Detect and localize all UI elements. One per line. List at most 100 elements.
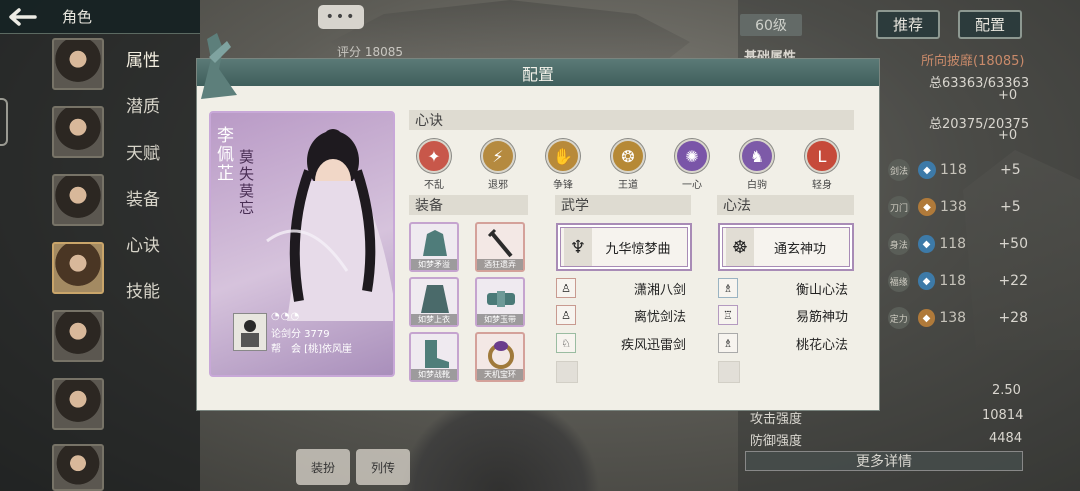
meditation-icon: ♖ xyxy=(718,305,738,325)
chat-bubble[interactable]: ••• xyxy=(318,5,364,29)
wuxue-skill-row[interactable]: ♙ 离忧剑法 xyxy=(556,304,692,326)
xinjue-item[interactable]: ❂ 王道 xyxy=(608,139,648,191)
stat-value: 118 xyxy=(939,236,967,252)
xinjue-label: 争锋 xyxy=(553,180,573,191)
more-details-button[interactable]: 更多详情 xyxy=(745,451,1023,471)
tab-potential[interactable]: 潜质 xyxy=(126,92,160,117)
attack-label: 攻击强度 xyxy=(750,412,803,427)
portrait-2[interactable] xyxy=(52,106,104,158)
xinjue-yixin-icon: ✺ xyxy=(675,139,709,173)
tab-equipment[interactable]: 装备 xyxy=(126,185,160,210)
outfit-button[interactable]: 装扮 xyxy=(296,449,350,485)
back-button[interactable] xyxy=(0,0,44,34)
stat-label: 刀门 xyxy=(888,196,910,218)
xinjue-header: 心诀 xyxy=(409,110,854,130)
wuxue-skill-name: 疾风迅雷剑 xyxy=(620,337,686,353)
character-title: 莫失莫忘 xyxy=(239,148,255,217)
xinjue-label: 不乱 xyxy=(424,180,444,191)
portrait-5[interactable] xyxy=(52,310,104,362)
level-badge: 60级 xyxy=(740,14,802,36)
character-card[interactable]: 李佩芷 莫失莫忘 ◔◔◔ 论剑分 3779 帮 会 [桃]依风崖 xyxy=(209,111,395,377)
invincible-label: 所向披靡(18085) xyxy=(921,54,1025,69)
portrait-7[interactable] xyxy=(52,444,104,491)
stat-label: 定力 xyxy=(888,307,910,329)
equipment-slot[interactable]: 如梦玉带 xyxy=(475,277,525,327)
xinjue-item[interactable]: ⚡ 退邪 xyxy=(478,139,518,191)
equipment-slot[interactable]: 如梦矛溢 xyxy=(409,222,459,272)
empty-skill-slot[interactable] xyxy=(718,361,740,383)
equipment-slot[interactable]: 酒狂遗弄 xyxy=(475,222,525,272)
equipment-slot[interactable]: 天机宝环 xyxy=(475,332,525,382)
mp-plus: +0 xyxy=(998,128,1018,143)
xinjue-item[interactable]: ✺ 一心 xyxy=(672,139,712,191)
xinfa-main-name: 通玄神功 xyxy=(773,241,826,257)
stat-row: 福缘 ◆ 118 +22 xyxy=(888,269,1028,293)
stat-value: 118 xyxy=(940,162,967,178)
wuxue-main-skill[interactable]: ♆ 九华惊梦曲 xyxy=(556,223,692,271)
stat-icon: ◆ xyxy=(917,272,936,290)
xinjue-item[interactable]: L 轻身 xyxy=(802,139,842,191)
wuxue-skill-row[interactable]: ♘ 疾风迅雷剑 xyxy=(556,332,692,354)
portrait-1[interactable] xyxy=(52,38,104,90)
defense-label: 防御强度 xyxy=(750,434,803,449)
stat-delta: +5 xyxy=(1000,199,1021,215)
stat-icon: ◆ xyxy=(918,198,936,216)
martial-pose-icon: ♙ xyxy=(556,278,576,298)
tab-attributes[interactable]: 属性 xyxy=(126,46,160,71)
xinjue-tuixie-icon: ⚡ xyxy=(481,139,515,173)
dialog-header: 配置 xyxy=(197,59,879,86)
xinjue-zhengfeng-icon: ✋ xyxy=(546,139,580,173)
equipment-slot[interactable]: 如梦上衣 xyxy=(409,277,459,327)
page-title: 角色 xyxy=(62,8,93,26)
tab-skills[interactable]: 技能 xyxy=(126,277,160,302)
hp-plus: +0 xyxy=(998,88,1018,103)
xinfa-skill-row[interactable]: ♖ 易筋神功 xyxy=(718,304,854,326)
xinjue-label: 王道 xyxy=(618,180,638,191)
robe-icon xyxy=(421,285,449,313)
dialog-title: 配置 xyxy=(521,64,554,84)
xinjue-item[interactable]: ✦ 不乱 xyxy=(414,139,454,191)
stat-icon: ◆ xyxy=(917,309,936,327)
wuxue-header: 武学 xyxy=(555,195,691,215)
biography-button[interactable]: 列传 xyxy=(356,449,410,485)
xinjue-label: 白驹 xyxy=(747,180,767,191)
wuxue-main-name: 九华惊梦曲 xyxy=(605,241,671,257)
meditation-icon: ♗ xyxy=(718,278,738,298)
ring-icon xyxy=(488,341,514,369)
stat-delta: +50 xyxy=(998,236,1028,252)
xinfa-skill-name: 桃花心法 xyxy=(795,337,848,353)
recommend-button[interactable]: 推荐 xyxy=(876,10,940,39)
equipment-name: 如梦矛溢 xyxy=(411,259,457,270)
stat-delta: +22 xyxy=(998,273,1028,289)
xinfa-skill-row[interactable]: ♗ 衡山心法 xyxy=(718,277,854,299)
xinjue-item[interactable]: ♞ 白驹 xyxy=(737,139,777,191)
belt-icon xyxy=(487,291,515,307)
portrait-3[interactable] xyxy=(52,174,104,226)
martial-pose-icon: ♆ xyxy=(564,228,592,266)
stat-label: 剑法 xyxy=(888,159,910,181)
tab-xinjue[interactable]: 心诀 xyxy=(126,231,160,256)
wuxue-skill-name: 离忧剑法 xyxy=(633,309,686,325)
portrait-4[interactable] xyxy=(52,242,104,294)
xinfa-main-skill[interactable]: ☸ 通玄神功 xyxy=(718,223,854,271)
xinjue-qingshen-icon: L xyxy=(805,139,839,173)
empty-skill-slot[interactable] xyxy=(556,361,578,383)
config-button[interactable]: 配置 xyxy=(958,10,1022,39)
xinfa-skill-name: 衡山心法 xyxy=(795,282,848,298)
stat-row: 身法 ◆ 118 +50 xyxy=(888,232,1028,256)
stat-value: 138 xyxy=(940,199,967,215)
xinjue-baiju-icon: ♞ xyxy=(740,139,774,173)
tab-talent[interactable]: 天赋 xyxy=(126,139,160,164)
collapse-handle[interactable] xyxy=(0,98,8,146)
equipment-slot[interactable]: 如梦战靴 xyxy=(409,332,459,382)
equipment-name: 天机宝环 xyxy=(477,369,523,380)
xinfa-skill-row[interactable]: ♗ 桃花心法 xyxy=(718,332,854,354)
character-name: 李佩芷 xyxy=(217,126,234,184)
xinjue-wangdao-icon: ❂ xyxy=(611,139,645,173)
portrait-6[interactable] xyxy=(52,378,104,430)
wuxue-skill-row[interactable]: ♙ 潇湘八剑 xyxy=(556,277,692,299)
guild-label: 帮 会 [桃]依风崖 xyxy=(271,344,352,355)
character-portrait xyxy=(266,129,393,321)
stat-value: 138 xyxy=(939,310,967,326)
xinjue-item[interactable]: ✋ 争锋 xyxy=(543,139,583,191)
